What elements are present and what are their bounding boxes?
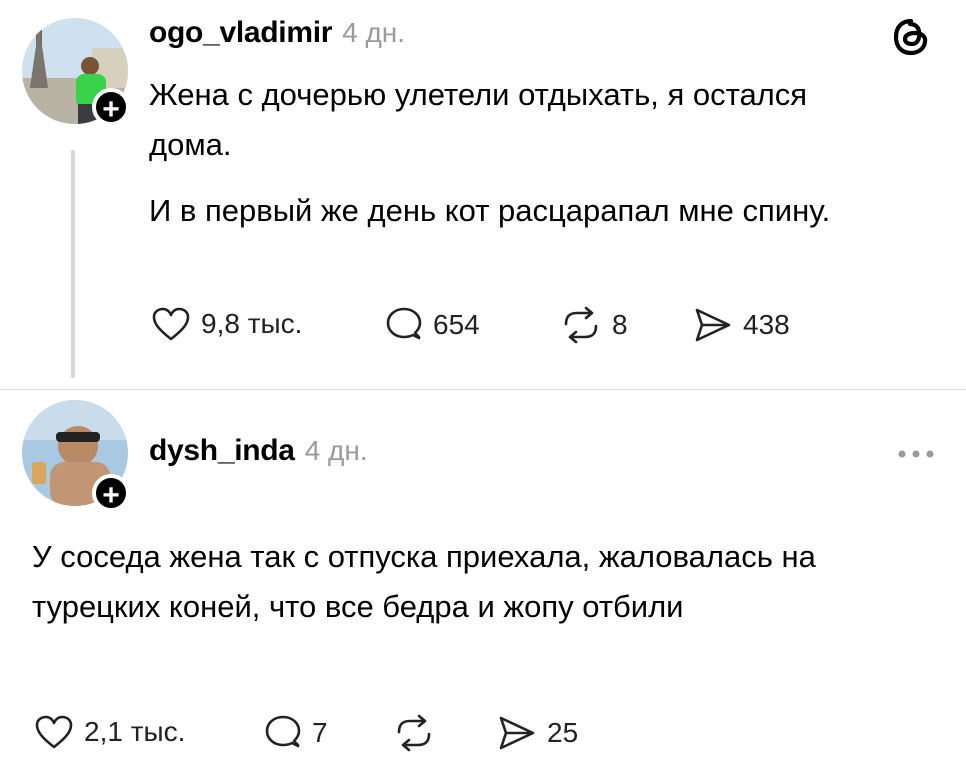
repost-button[interactable]: 8 xyxy=(560,306,628,344)
post-text: Жена с дочерью улетели отдыхать, я остал… xyxy=(149,70,879,236)
comment-button[interactable]: 654 xyxy=(385,306,480,344)
timestamp: 4 дн. xyxy=(304,435,368,466)
comment-icon xyxy=(265,715,301,748)
share-icon xyxy=(695,308,731,342)
timestamp: 4 дн. xyxy=(342,17,406,48)
username[interactable]: dysh_inda xyxy=(149,434,295,468)
comment-count: 7 xyxy=(312,717,328,748)
repost-icon xyxy=(397,714,431,752)
post-paragraph: И в первый же день кот расцарапал мне сп… xyxy=(149,193,831,228)
username[interactable]: ogo_vladimir xyxy=(149,16,332,50)
like-button[interactable]: 2,1 тыс. xyxy=(34,714,185,750)
post-paragraph: Жена с дочерью улетели отдыхать, я остал… xyxy=(149,77,808,162)
post-header: ogo_vladimir 4 дн. xyxy=(149,16,405,50)
share-icon xyxy=(499,716,535,750)
post-header: dysh_inda 4 дн. xyxy=(149,434,368,468)
comment-button[interactable]: 7 xyxy=(264,714,328,752)
repost-icon xyxy=(564,306,598,344)
divider xyxy=(0,389,966,390)
share-count: 25 xyxy=(547,717,579,748)
share-count: 438 xyxy=(743,309,790,340)
post-text: У соседа жена так с отпуска приехала, жа… xyxy=(32,539,816,624)
follow-plus-icon[interactable]: + xyxy=(92,474,130,512)
threads-logo-icon[interactable] xyxy=(890,16,932,58)
more-options-icon[interactable] xyxy=(896,447,936,459)
share-button[interactable]: 25 xyxy=(497,714,578,752)
share-button[interactable]: 438 xyxy=(693,306,790,344)
repost-count: 8 xyxy=(612,309,628,340)
heart-icon xyxy=(35,715,73,749)
follow-plus-icon[interactable]: + xyxy=(92,88,130,126)
repost-button[interactable] xyxy=(393,714,445,752)
like-count: 2,1 тыс. xyxy=(84,716,186,747)
comment-icon xyxy=(386,307,422,340)
like-count: 9,8 тыс. xyxy=(201,308,303,339)
comment-count: 654 xyxy=(433,309,480,340)
like-button[interactable]: 9,8 тыс. xyxy=(151,306,302,342)
thread-line xyxy=(71,150,75,378)
heart-icon xyxy=(152,307,190,341)
